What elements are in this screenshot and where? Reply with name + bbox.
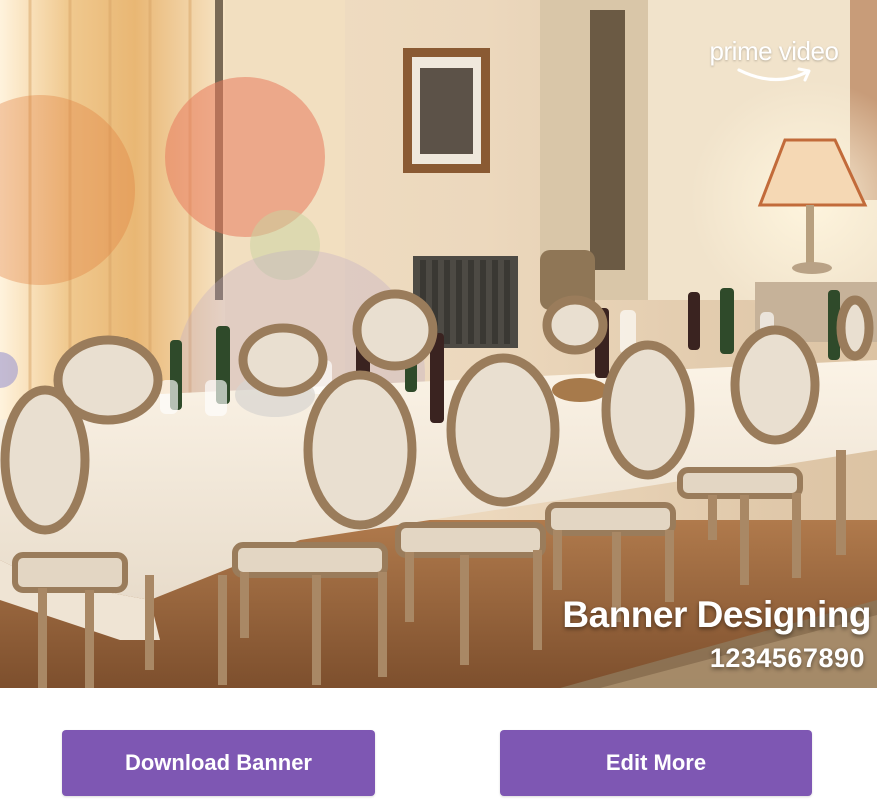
prime-smile-icon	[737, 67, 811, 82]
brand-name: prime video	[709, 36, 839, 66]
dining-room-photo	[0, 0, 877, 688]
banner-phone-number: 1234567890	[709, 643, 865, 673]
banner-editor-page: prime video Banner Designing 1234567890 …	[0, 0, 877, 810]
banner-preview: prime video Banner Designing 1234567890	[0, 0, 877, 688]
banner-title: Banner Designing	[562, 594, 871, 635]
download-banner-button[interactable]: Download Banner	[62, 730, 375, 796]
prime-video-logo: prime video	[709, 36, 839, 92]
edit-more-button[interactable]: Edit More	[500, 730, 812, 796]
